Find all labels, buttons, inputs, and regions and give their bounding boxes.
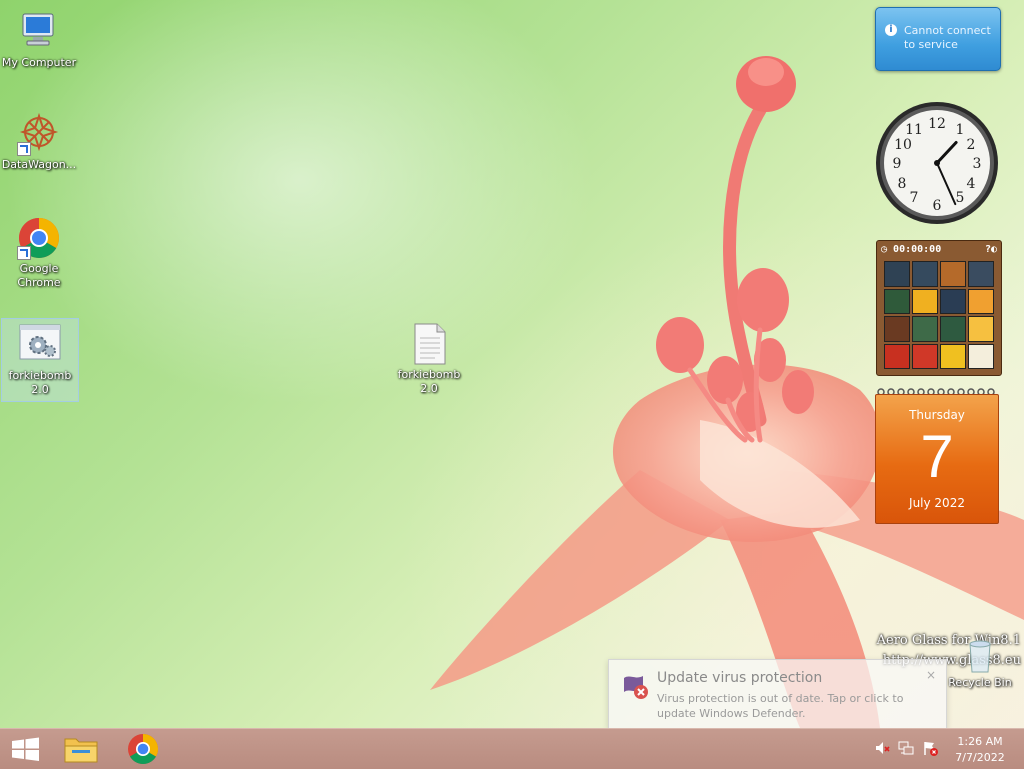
svg-text:10: 10 bbox=[894, 137, 912, 153]
puzzle-clock-icon: ◷ bbox=[881, 244, 894, 255]
network-icon[interactable] bbox=[898, 740, 914, 756]
notification-title: Update virus protection bbox=[657, 670, 823, 686]
start-button[interactable] bbox=[0, 729, 54, 769]
chrome-icon bbox=[128, 734, 159, 765]
calendar-day-name: Thursday bbox=[909, 408, 965, 422]
desktop-icon-forkiebomb-exe[interactable]: forkiebomb 2.0 bbox=[1, 318, 79, 402]
chrome-icon bbox=[17, 216, 61, 260]
gear-application-icon bbox=[18, 323, 62, 367]
taskbar-time: 1:26 AM bbox=[957, 735, 1003, 748]
gadget-service-message[interactable]: i Cannot connect to service bbox=[875, 7, 1001, 71]
datawagon-icon bbox=[17, 112, 61, 156]
puzzle-grid[interactable] bbox=[884, 261, 994, 369]
svg-text:6: 6 bbox=[933, 198, 942, 214]
svg-text:2: 2 bbox=[967, 137, 976, 153]
svg-text:11: 11 bbox=[905, 122, 923, 138]
desktop-icon-datawagon[interactable]: DataWagon... bbox=[1, 112, 77, 172]
desktop-icon-forkiebomb-file[interactable]: forkiebomb 2.0 bbox=[391, 322, 467, 396]
taskbar: 1:26 AM 7/7/2022 bbox=[0, 728, 1024, 769]
desktop-icon-label: forkiebomb 2.0 bbox=[8, 369, 72, 396]
calendar-month-year: July 2022 bbox=[909, 496, 965, 510]
svg-text:4: 4 bbox=[967, 176, 976, 192]
volume-muted-icon[interactable] bbox=[874, 740, 890, 756]
svg-text:1: 1 bbox=[956, 122, 965, 138]
defender-notification-toast[interactable]: Update virus protection Virus protection… bbox=[608, 659, 947, 729]
desktop-icon-google-chrome[interactable]: Google Chrome bbox=[1, 216, 77, 290]
computer-icon bbox=[17, 10, 61, 54]
windows-logo-icon bbox=[12, 737, 39, 761]
recycle-bin-icon bbox=[958, 640, 1002, 674]
picture-puzzle-gadget[interactable]: ◷ 00:00:00 ?◐ bbox=[876, 240, 1002, 376]
puzzle-help-icon[interactable]: ?◐ bbox=[985, 244, 997, 255]
desktop-icon-label: My Computer bbox=[1, 56, 77, 69]
puzzle-timer-bar: ◷ 00:00:00 ?◐ bbox=[881, 244, 997, 256]
notification-body: Virus protection is out of date. Tap or … bbox=[657, 692, 904, 720]
svg-text:8: 8 bbox=[898, 176, 907, 192]
taskbar-google-chrome[interactable] bbox=[116, 729, 170, 769]
shortcut-arrow-icon bbox=[17, 142, 31, 156]
desktop-icon-my-computer[interactable]: My Computer bbox=[1, 10, 77, 70]
calendar-day-number: 7 bbox=[920, 423, 954, 490]
shortcut-arrow-icon bbox=[17, 246, 31, 260]
svg-text:5: 5 bbox=[956, 190, 965, 206]
gadget-message-text: Cannot connect to service bbox=[904, 24, 991, 51]
clock-gadget[interactable]: 12 12 345 678 91011 bbox=[874, 100, 1000, 226]
action-center-flag-icon[interactable] bbox=[922, 740, 938, 756]
puzzle-timer: 00:00:00 bbox=[893, 244, 942, 255]
flower-wallpaper-art bbox=[430, 56, 1024, 728]
svg-text:12: 12 bbox=[928, 116, 946, 132]
text-file-icon bbox=[407, 322, 451, 366]
desktop-icon-recycle-bin[interactable]: Recycle Bin bbox=[942, 640, 1018, 690]
notification-close-button[interactable]: × bbox=[926, 668, 936, 682]
taskbar-file-explorer[interactable] bbox=[54, 729, 108, 769]
desktop-icon-label: Google Chrome bbox=[17, 262, 61, 289]
folder-icon bbox=[64, 738, 98, 763]
calendar-page: Thursday 7 July 2022 bbox=[875, 394, 999, 524]
info-icon: i bbox=[885, 24, 897, 36]
taskbar-date: 7/7/2022 bbox=[955, 751, 1005, 764]
desktop-icon-label: forkiebomb 2.0 bbox=[397, 368, 461, 395]
svg-text:9: 9 bbox=[893, 156, 902, 172]
windows-defender-warning-icon bbox=[624, 676, 648, 699]
calendar-gadget[interactable]: Thursday 7 July 2022 bbox=[875, 386, 999, 524]
desktop-icon-label: Recycle Bin bbox=[948, 676, 1012, 689]
taskbar-clock[interactable]: 1:26 AM 7/7/2022 bbox=[946, 734, 1014, 766]
desktop-icon-label: DataWagon... bbox=[1, 158, 77, 171]
svg-text:3: 3 bbox=[973, 156, 982, 172]
svg-text:7: 7 bbox=[910, 190, 919, 206]
